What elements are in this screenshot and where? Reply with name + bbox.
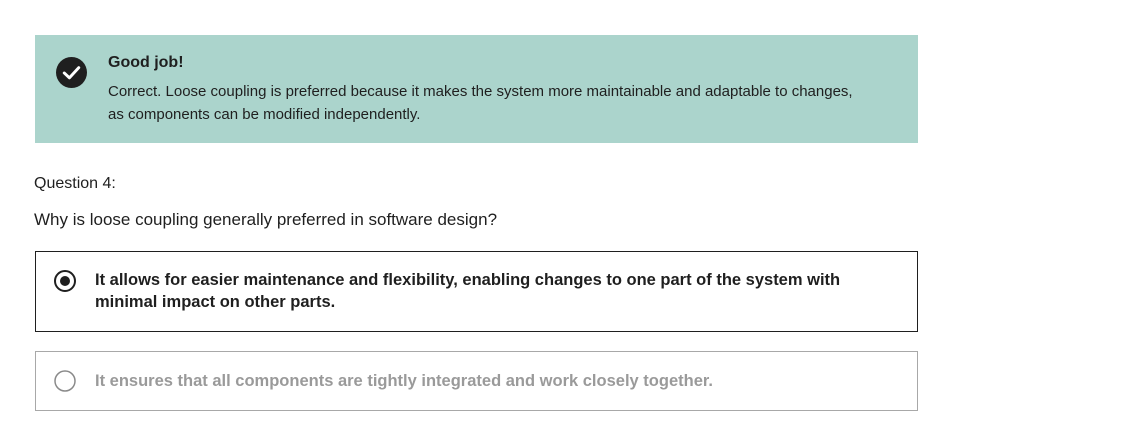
feedback-banner: Good job! Correct. Loose coupling is pre… [35,35,918,143]
radio-unselected-icon[interactable] [54,370,76,392]
feedback-title: Good job! [108,54,184,71]
question-prompt: Why is loose coupling generally preferre… [34,210,498,229]
radio-selected-icon[interactable] [54,270,76,292]
answer-option-2[interactable]: It ensures that all components are tight… [35,351,918,411]
feedback-message: Correct. Loose coupling is preferred bec… [108,83,853,123]
answer-option-1[interactable]: It allows for easier maintenance and fle… [35,251,918,332]
checkmark-circle-icon [56,57,87,88]
question-number: Question 4: [34,175,116,192]
answer-option-label: It allows for easier maintenance and fle… [95,271,841,311]
answer-option-label: It ensures that all components are tight… [95,372,713,390]
